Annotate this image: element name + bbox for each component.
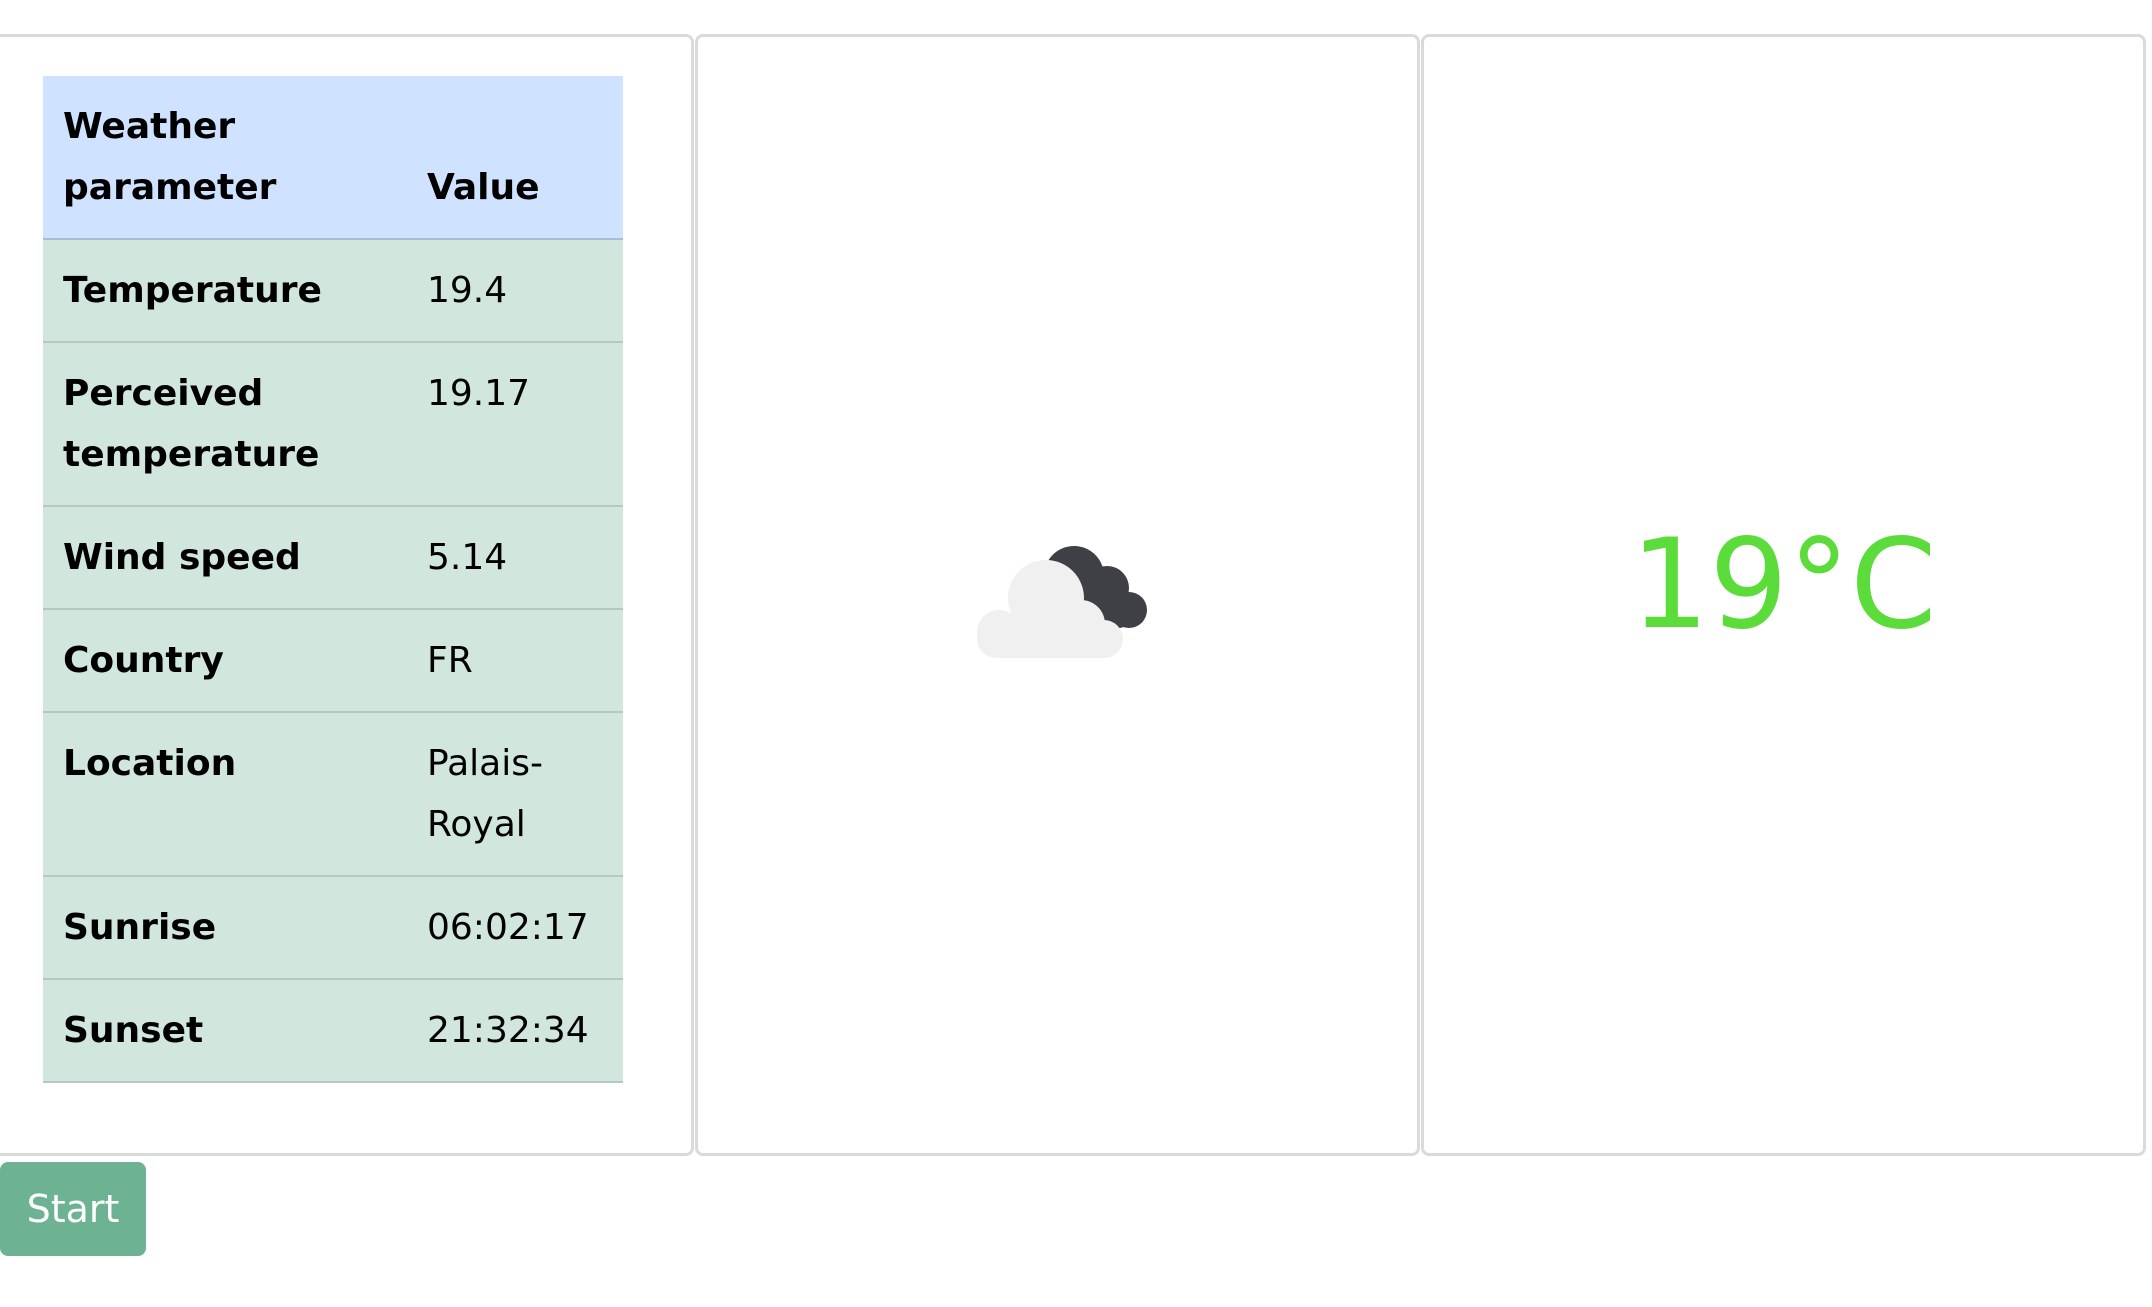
column-header-parameter: Weather parameter xyxy=(43,76,407,240)
table-row: Wind speed 5.14 xyxy=(43,506,623,610)
table-header-row: Weather parameter Value xyxy=(43,76,623,240)
row-value-perceived-temperature: 19.17 xyxy=(407,342,623,507)
row-label-sunrise: Sunrise xyxy=(43,876,407,980)
temperature-display: 19°C xyxy=(1630,513,1937,657)
row-label-perceived-temperature: Perceived temperature xyxy=(43,342,407,507)
row-label-country: Country xyxy=(43,609,407,713)
weather-table: Weather parameter Value Temperature 19.4… xyxy=(43,76,623,1083)
row-label-temperature: Temperature xyxy=(43,239,407,343)
table-row: Temperature 19.4 xyxy=(43,239,623,343)
table-row: Perceived temperature 19.17 xyxy=(43,342,623,507)
row-label-location: Location xyxy=(43,712,407,877)
row-value-sunset: 21:32:34 xyxy=(407,979,623,1083)
row-label-wind-speed: Wind speed xyxy=(43,506,407,610)
table-row: Country FR xyxy=(43,609,623,713)
partly-cloudy-icon xyxy=(969,536,1155,660)
row-value-location: Palais-Royal xyxy=(407,712,623,877)
table-row: Sunset 21:32:34 xyxy=(43,979,623,1083)
row-value-country: FR xyxy=(407,609,623,713)
row-label-sunset: Sunset xyxy=(43,979,407,1083)
row-value-wind-speed: 5.14 xyxy=(407,506,623,610)
table-row: Sunrise 06:02:17 xyxy=(43,876,623,980)
row-value-sunrise: 06:02:17 xyxy=(407,876,623,980)
row-value-temperature: 19.4 xyxy=(407,239,623,343)
start-button[interactable]: Start xyxy=(0,1162,146,1256)
table-row: Location Palais-Royal xyxy=(43,712,623,877)
column-header-value: Value xyxy=(407,76,623,240)
